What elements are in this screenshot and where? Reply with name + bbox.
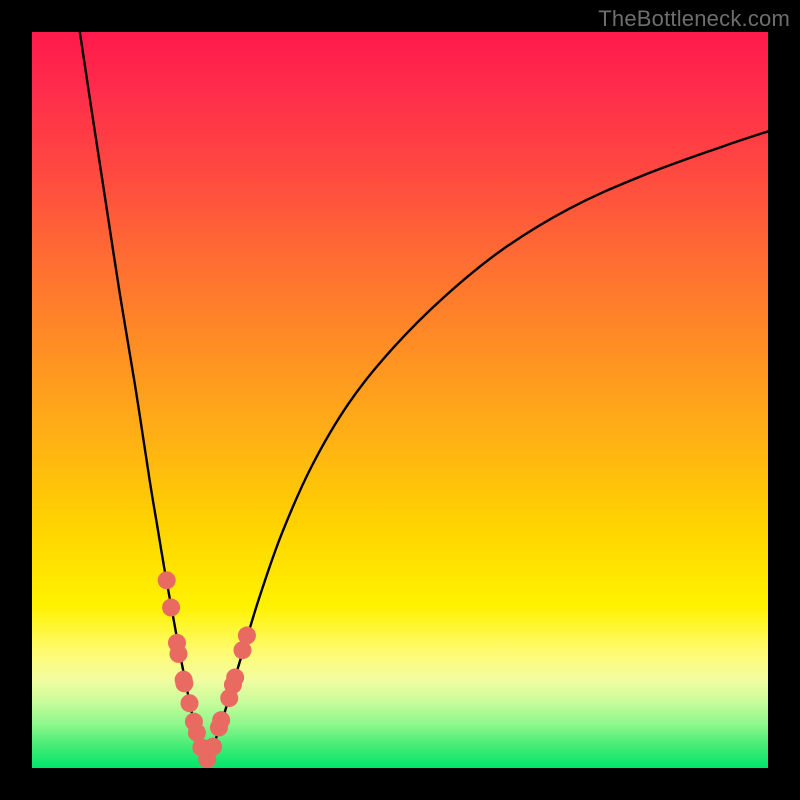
plot-area <box>32 32 768 768</box>
data-marker <box>158 571 176 589</box>
curve-left-branch <box>80 32 207 759</box>
chart-overlay <box>32 32 768 768</box>
data-marker <box>181 694 199 712</box>
watermark-text: TheBottleneck.com <box>598 6 790 32</box>
data-marker <box>238 627 256 645</box>
chart-frame: TheBottleneck.com <box>0 0 800 800</box>
marker-group <box>158 571 256 768</box>
data-marker <box>212 711 230 729</box>
data-marker <box>175 674 193 692</box>
data-marker <box>162 599 180 617</box>
data-marker <box>226 668 244 686</box>
curve-right-branch <box>207 131 768 759</box>
data-marker <box>204 738 222 756</box>
data-marker <box>169 645 187 663</box>
